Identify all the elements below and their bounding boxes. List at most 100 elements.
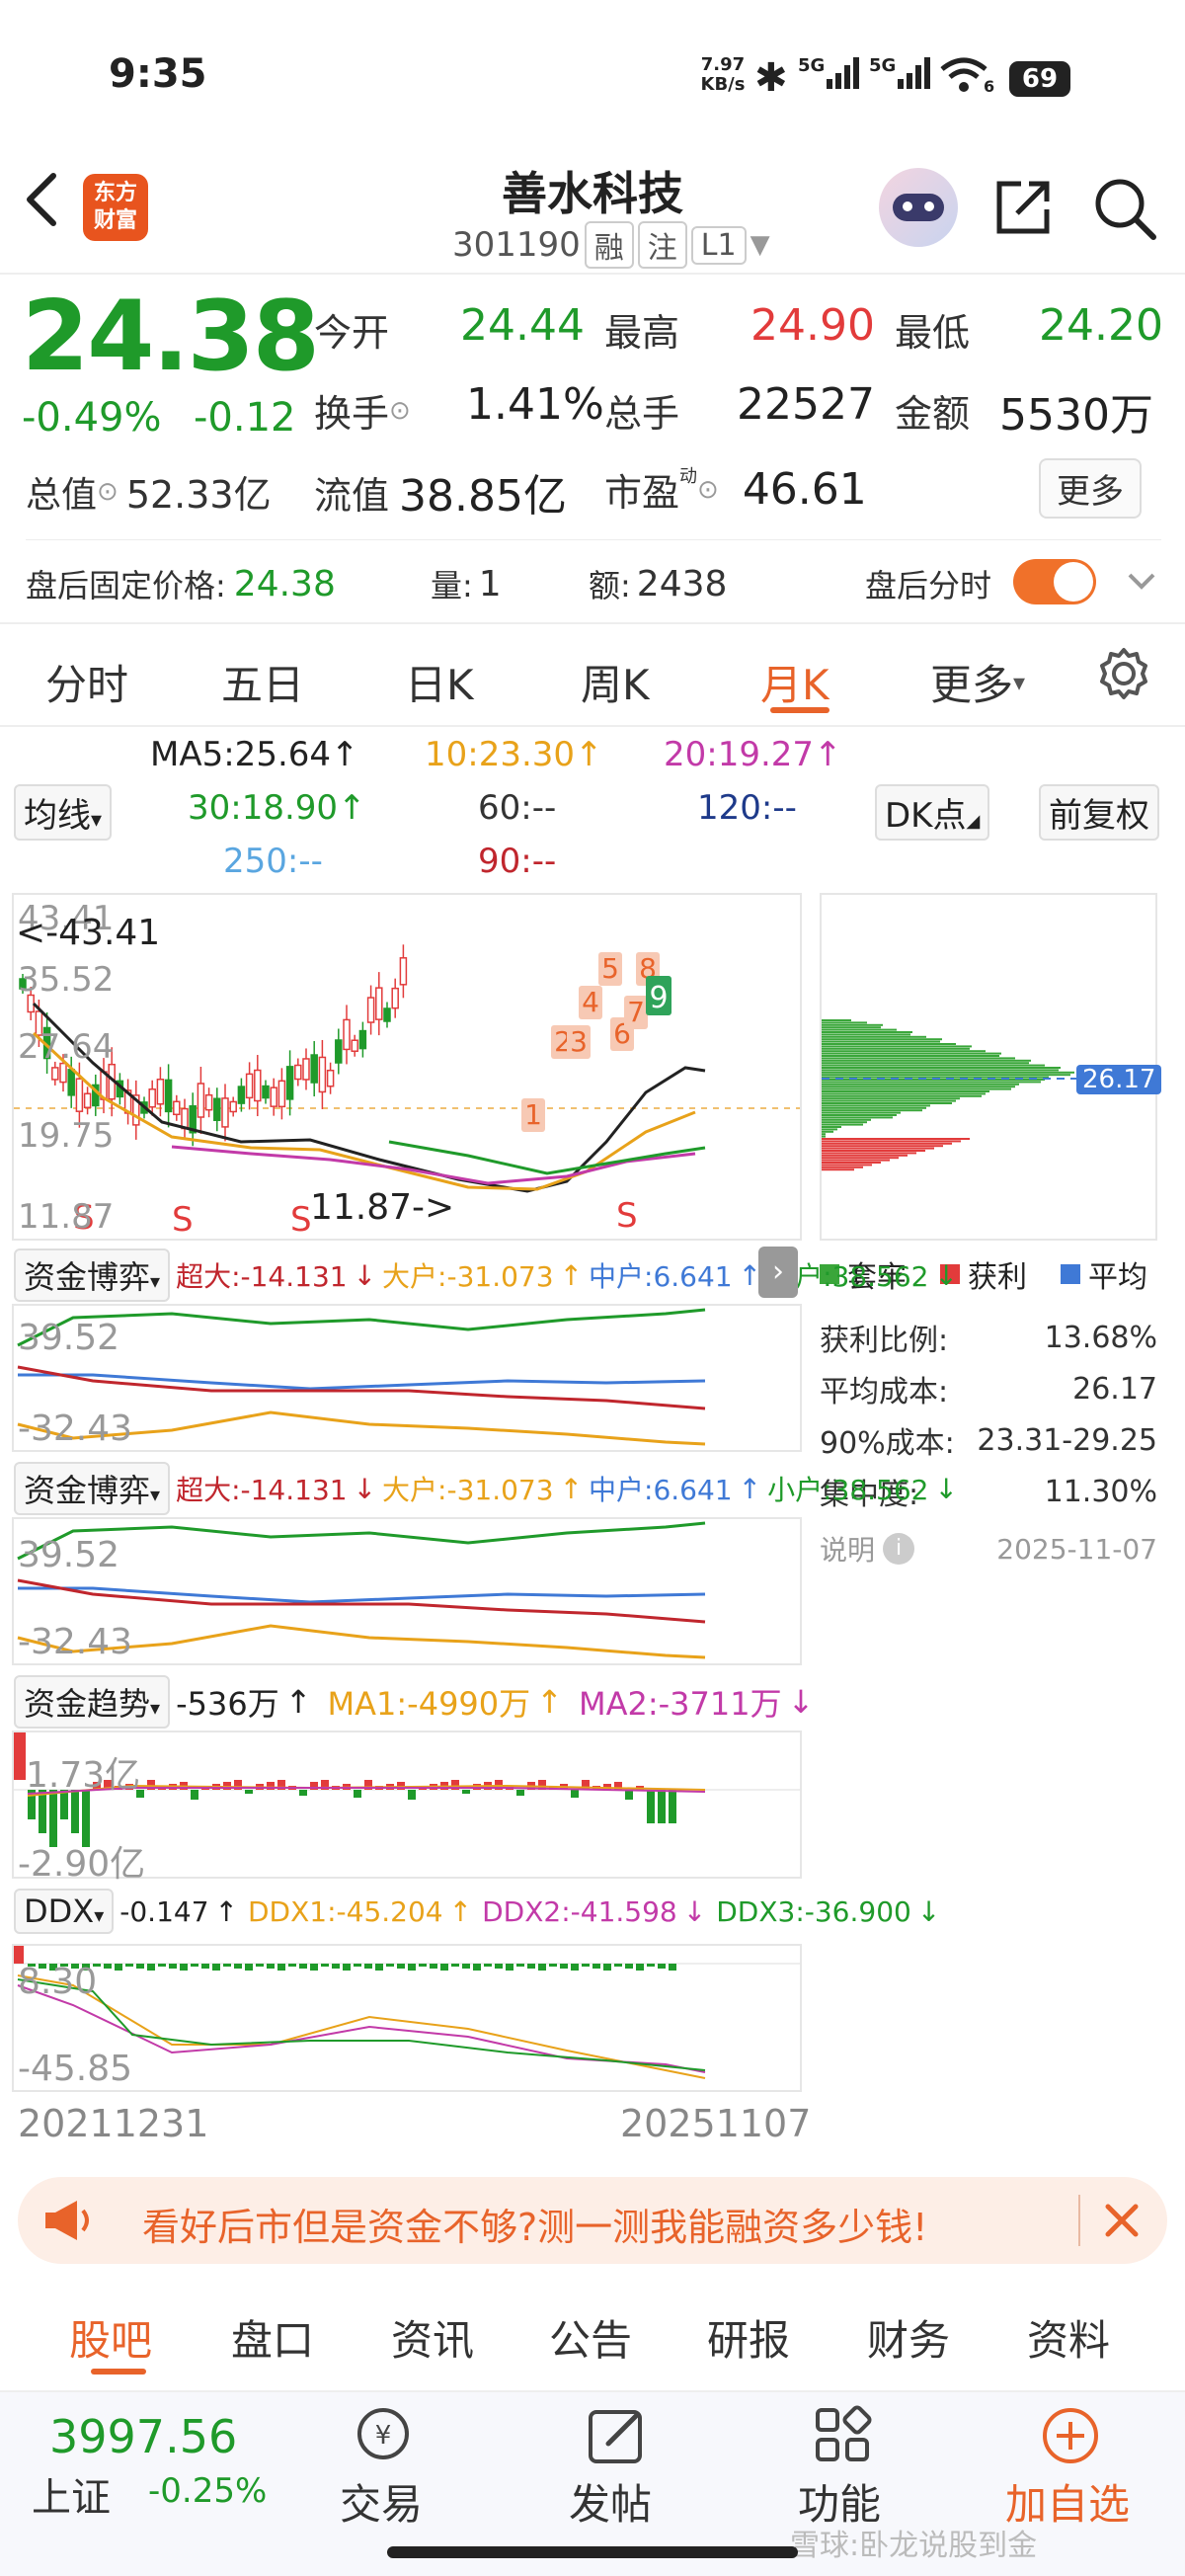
candle-body xyxy=(83,1092,92,1109)
after-hours-toggle[interactable] xyxy=(1013,559,1096,604)
high-value: 24.90 xyxy=(750,300,875,351)
volume-label: 总手 xyxy=(604,392,680,436)
adjust-mode-button[interactable]: 前复权 xyxy=(1039,784,1159,841)
sell-signal: S xyxy=(290,1200,312,1239)
chip-bar-profit xyxy=(822,1152,916,1155)
add-watchlist-icon[interactable] xyxy=(1039,2404,1102,2471)
chip-bar-trap xyxy=(822,1028,897,1031)
kline-y-min: 11.87 xyxy=(18,1197,115,1237)
assistant-robot-icon[interactable] xyxy=(879,168,958,247)
ddx-bar xyxy=(625,1964,633,1969)
fund-trend-chart[interactable]: 1.73亿 -2.90亿 xyxy=(12,1731,802,1885)
candle-body xyxy=(148,1087,156,1108)
ddx-bar xyxy=(158,1964,166,1967)
close-icon[interactable] xyxy=(1096,2195,1147,2250)
home-indicator[interactable] xyxy=(387,2546,798,2558)
index-value[interactable]: 3997.56 xyxy=(49,2410,237,2463)
tab-five-day[interactable]: 五日 xyxy=(221,652,304,712)
fund-game-selector-1[interactable]: 资金博弈▾ xyxy=(14,1248,171,1302)
ma-selector[interactable]: 均线▾ xyxy=(14,784,113,841)
market-cap[interactable]: 总值 ⊙ 52.33亿 xyxy=(26,464,272,519)
chip-bar-trap xyxy=(822,1055,999,1057)
dk-point-selector[interactable]: DK点◢ xyxy=(875,784,990,841)
tab-forum[interactable]: 股吧 xyxy=(69,2307,152,2368)
pe-ratio[interactable]: 市盈动 ⊙ 46.61 xyxy=(604,462,867,517)
ma120-value: 120:-- xyxy=(697,788,797,828)
kline-max-note: <-43.41 xyxy=(16,913,161,953)
tab-intraday[interactable]: 分时 xyxy=(45,652,128,712)
candle-body xyxy=(294,1064,302,1081)
trade-label[interactable]: 交易 xyxy=(340,2471,423,2532)
tab-financials[interactable]: 财务 xyxy=(867,2307,950,2368)
tab-research[interactable]: 研报 xyxy=(707,2307,790,2368)
kline-y-3: 27.64 xyxy=(18,1027,115,1067)
functions-grid-icon[interactable] xyxy=(812,2404,875,2471)
ddx-bar xyxy=(234,1964,242,1969)
candle-body xyxy=(277,1080,286,1108)
tab-weekly-k[interactable]: 周K xyxy=(581,652,650,712)
fund-game-chart-1[interactable]: 39.52 -32.43 xyxy=(12,1304,802,1452)
tab-order-book[interactable]: 盘口 xyxy=(231,2307,314,2368)
chip-bar-profit xyxy=(822,1140,961,1143)
candle-body xyxy=(197,1083,205,1118)
fund-game-y-min: -32.43 xyxy=(18,1409,133,1449)
chip-distribution-chart[interactable]: 26.17 xyxy=(820,893,1162,1241)
chip-bar-trap xyxy=(822,1059,1031,1062)
ddx-bar xyxy=(277,1964,285,1971)
info-icon: ⊙ xyxy=(389,395,411,426)
ddx-bar xyxy=(343,1964,351,1971)
fund-game-selector-2[interactable]: 资金博弈▾ xyxy=(14,1462,171,1515)
fund-trend-y-min: -2.90亿 xyxy=(18,1844,146,1885)
chevron-down-icon[interactable] xyxy=(1124,563,1159,603)
expand-panel-icon[interactable]: › xyxy=(758,1247,798,1298)
chip-bar-trap xyxy=(822,1035,926,1038)
chip-bar-trap xyxy=(822,1109,922,1112)
tab-daily-k[interactable]: 日K xyxy=(405,652,474,712)
kline-chart[interactable]: 123456789SSSS 43.41 <-43.41 35.52 27.64 … xyxy=(12,893,802,1241)
turnover-label[interactable]: 换手 ⊙ xyxy=(314,383,411,438)
ddx-bar xyxy=(582,1964,590,1967)
ddx-bar xyxy=(147,1964,155,1971)
tab-active-indicator xyxy=(770,707,830,713)
ddx-bar xyxy=(386,1964,394,1967)
ddx-selector[interactable]: DDX▾ xyxy=(14,1889,115,1934)
more-quote-button[interactable]: 更多 xyxy=(1039,458,1142,519)
date-start: 20211231 xyxy=(18,2102,209,2145)
chip-bar-profit xyxy=(822,1145,943,1148)
share-icon[interactable] xyxy=(991,176,1055,243)
fund-trend-selector[interactable]: 资金趋势▾ xyxy=(14,1675,171,1729)
tab-announcements[interactable]: 公告 xyxy=(549,2307,632,2368)
trend-bar xyxy=(571,1790,579,1798)
ddx-bar xyxy=(495,1964,503,1969)
megaphone-icon xyxy=(41,2197,95,2248)
stock-code-row[interactable]: 301190 融 注 L1 ▼ xyxy=(452,221,770,269)
post-label[interactable]: 发帖 xyxy=(569,2471,652,2532)
ddx-bar xyxy=(104,1964,112,1969)
chip-bar-trap xyxy=(822,1019,851,1021)
settings-gear-icon[interactable] xyxy=(1096,646,1151,705)
ma20-value: 20:19.27↑ xyxy=(664,735,842,774)
ddx-bar xyxy=(256,1964,264,1967)
chip-bar-trap xyxy=(822,1052,1001,1055)
candle-body xyxy=(326,1069,335,1087)
tab-profile[interactable]: 资料 xyxy=(1027,2307,1110,2368)
margin-promo-banner[interactable]: 看好后市但是资金不够?测一测我能融资多少钱! xyxy=(18,2177,1167,2264)
chip-bar-trap xyxy=(822,1033,910,1036)
fund-game-chart-2[interactable]: 39.52 -32.43 xyxy=(12,1517,802,1665)
sell-signal: S xyxy=(616,1196,638,1236)
chip-note-row[interactable]: 说明 i 2025-11-07 xyxy=(820,1529,1157,1569)
fund-game-y-min: -32.43 xyxy=(18,1622,133,1662)
ddx-bar xyxy=(299,1964,307,1969)
tab-more[interactable]: 更多 ▾ xyxy=(930,652,1025,712)
search-icon[interactable] xyxy=(1092,176,1157,245)
ddx-bar xyxy=(332,1964,340,1969)
ddx-bar xyxy=(451,1964,459,1967)
tab-monthly-k[interactable]: 月K xyxy=(760,652,830,712)
post-edit-icon[interactable] xyxy=(583,2404,652,2471)
back-arrow-icon[interactable] xyxy=(22,170,61,233)
tab-news[interactable]: 资讯 xyxy=(391,2307,474,2368)
trade-icon[interactable]: ¥ xyxy=(348,2404,419,2471)
ddx-chart[interactable]: 8.30 -45.85 xyxy=(12,1944,802,2092)
index-name[interactable]: 上证 xyxy=(32,2465,111,2523)
turnover-value: 1.41% xyxy=(466,379,604,430)
